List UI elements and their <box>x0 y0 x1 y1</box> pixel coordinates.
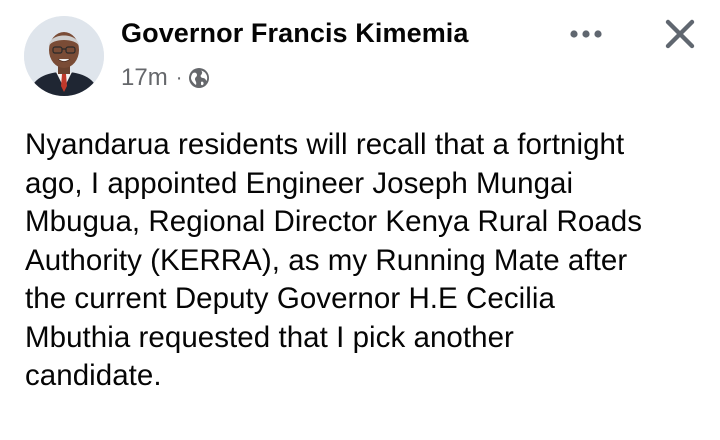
post-text-line: the current Deputy Governor H.E Cecilia <box>25 282 555 315</box>
more-options-button[interactable] <box>566 20 606 48</box>
post-header: Governor Francis Kimemia 17m · <box>0 0 720 110</box>
post-text-line: ago, I appointed Engineer Joseph Mungai <box>25 166 574 200</box>
post-timestamp[interactable]: 17m <box>121 64 168 92</box>
globe-icon[interactable] <box>188 67 210 89</box>
author-name[interactable]: Governor Francis Kimemia <box>121 18 469 49</box>
post-text-line: candidate. <box>25 359 162 392</box>
close-button[interactable] <box>658 12 702 56</box>
meta-separator: · <box>175 66 183 89</box>
post-text-line: Mbuthia requested that I pick another <box>25 320 514 354</box>
post-meta: 17m · <box>121 64 210 92</box>
avatar-photo <box>24 16 104 96</box>
more-horizontal-icon <box>570 30 602 38</box>
post-text-line: Mbugua, Regional Director Kenya Rural Ro… <box>25 205 643 238</box>
post-text-line: Authority (KERRA), as my Running Mate af… <box>25 243 628 277</box>
close-icon <box>665 19 695 49</box>
post-text-line: Nyandarua residents will recall that a f… <box>25 128 625 161</box>
avatar[interactable] <box>24 16 104 96</box>
post-text: Nyandarua residents will recall that a f… <box>25 126 705 396</box>
